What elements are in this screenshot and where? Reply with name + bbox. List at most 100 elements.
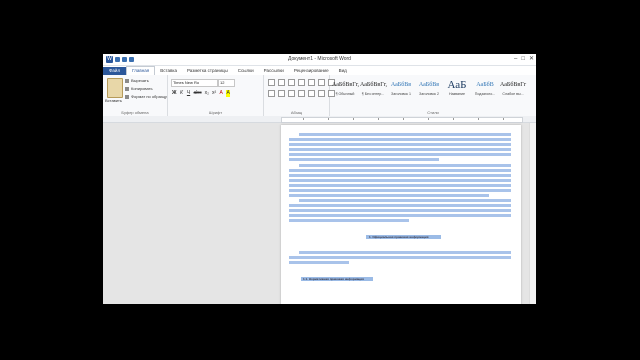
ruler-tick [378,118,379,120]
window-controls: – □ ✕ [514,55,534,63]
selected-line [289,143,511,146]
heading-1: 1. Официальная правовая информация [369,234,429,239]
selected-line [299,251,511,254]
format-painter-button[interactable]: Формат по образцу [125,94,167,99]
selected-line [289,194,489,197]
decrease-indent-icon[interactable] [298,79,305,86]
paragraph-group: Абзац [264,75,335,116]
ruler-tick [503,118,504,120]
numbering-icon[interactable] [278,79,285,86]
bullets-icon[interactable] [268,79,275,86]
vertical-scrollbar[interactable] [529,123,536,304]
font-group: Times New Ro 12 Ж К Ч abc x₂ x² A A Шриф… [168,75,264,116]
copy-label: Копировать [131,86,153,91]
selected-line [289,189,511,192]
align-left-icon[interactable] [268,90,275,97]
horizontal-ruler [103,116,536,123]
subscript-button[interactable]: x₂ [205,90,209,97]
word-window: W Документ1 - Microsoft Word – □ ✕ Файл … [103,54,536,304]
style-name: Заголовок 2 [419,92,439,96]
style-name: Слабое вы... [502,92,524,96]
document-page[interactable]: 1. Официальная правовая информация 1.1. … [281,125,521,304]
justify-icon[interactable] [298,90,305,97]
style-preview: АаБбВв [418,82,440,88]
copy-button[interactable]: Копировать [125,86,153,91]
increase-indent-icon[interactable] [308,79,315,86]
style-name: Заголовок 1 [391,92,411,96]
clipboard-group: Вставить Вырезать Копировать Формат по о… [103,75,168,116]
style-title[interactable]: АаБ Название [444,78,470,102]
tab-page-layout[interactable]: Разметка страницы [182,67,233,75]
heading-2: 1.1. Нормативная правовая информация [303,276,364,281]
style-heading-2[interactable]: АаБбВв Заголовок 2 [416,78,442,102]
selected-line [289,179,511,182]
selected-line [289,184,511,187]
tab-mailings[interactable]: Рассылки [259,67,289,75]
style-normal[interactable]: АаБбВвГг, ¶ Обычный [332,78,359,102]
brush-icon [125,94,129,99]
ruler-tick [428,118,429,120]
ribbon: Вставить Вырезать Копировать Формат по о… [103,75,536,117]
styles-group: АаБбВвГг, ¶ Обычный АаБбВвГг, ¶ Без интер.… [330,75,536,116]
selected-line [289,169,511,172]
sort-icon[interactable] [318,79,325,86]
style-name: ¶ Без интер... [361,92,385,96]
styles-label: Стили [427,110,439,115]
selected-line [289,174,511,177]
ruler-tick [478,118,479,120]
tab-references[interactable]: Ссылки [233,67,259,75]
selected-line [289,261,349,264]
ruler-tick [303,118,304,120]
font-name-select[interactable]: Times New Ro [171,79,218,87]
line-spacing-icon[interactable] [308,90,315,97]
ribbon-tabs: Файл Главная Вставка Разметка страницы С… [103,66,536,75]
style-preview: АаБ [447,79,467,91]
title-bar: W Документ1 - Microsoft Word – □ ✕ [103,54,536,66]
style-subtitle[interactable]: АаБбВ Подзаголо... [472,78,498,102]
ruler-tick [328,118,329,120]
style-preview: АаБбВ [476,82,494,88]
maximize-icon[interactable]: □ [521,55,525,63]
tab-review[interactable]: Рецензирование [289,67,334,75]
minimize-icon[interactable]: – [514,55,517,63]
font-color-button[interactable]: A [219,90,223,97]
multilevel-list-icon[interactable] [288,79,295,86]
font-label: Шрифт [208,110,223,115]
paste-icon[interactable] [107,78,123,98]
style-subtle-emphasis[interactable]: АаБбВвГг Слабое вы... [500,78,526,102]
tab-home[interactable]: Главная [126,66,156,75]
scissors-icon [125,78,129,83]
shading-icon[interactable] [318,90,325,97]
close-icon[interactable]: ✕ [529,55,534,63]
superscript-button[interactable]: x² [212,90,216,97]
document-area: 1. Официальная правовая информация 1.1. … [103,123,536,304]
selected-line [289,204,511,207]
style-no-spacing[interactable]: АаБбВвГг, ¶ Без интер... [360,78,387,102]
window-title: Документ1 - Microsoft Word [288,56,351,62]
selected-line [299,133,511,136]
style-name: Название [448,92,466,96]
list-buttons-row [268,79,335,86]
font-size-select[interactable]: 12 [218,79,235,87]
tab-view[interactable]: Вид [334,67,352,75]
paste-button[interactable]: Вставить [105,98,122,103]
italic-button[interactable]: К [180,90,184,97]
align-right-icon[interactable] [288,90,295,97]
style-preview: АаБбВв [390,82,412,88]
style-name: ¶ Обычный [335,92,355,96]
bold-button[interactable]: Ж [172,90,177,97]
align-center-icon[interactable] [278,90,285,97]
selected-line [299,199,511,202]
style-heading-1[interactable]: АаБбВв Заголовок 1 [388,78,414,102]
highlight-button[interactable]: A [226,90,231,97]
selected-line [289,219,409,222]
strikethrough-button[interactable]: abc [194,90,202,97]
font-format-row: Ж К Ч abc x₂ x² A A [172,90,231,97]
underline-button[interactable]: Ч [187,90,191,97]
tab-file[interactable]: Файл [103,67,127,75]
selected-line [289,158,439,161]
tab-insert[interactable]: Вставка [155,67,182,75]
ruler-tick [353,118,354,120]
selected-line [289,209,511,212]
cut-button[interactable]: Вырезать [125,78,149,83]
